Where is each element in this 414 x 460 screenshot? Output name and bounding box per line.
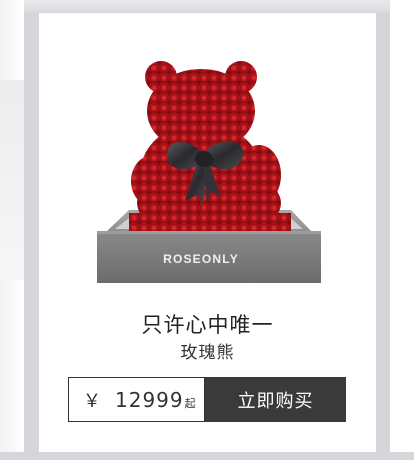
box-brand-label: ROSEONLY: [163, 252, 239, 266]
product-title: 只许心中唯一: [141, 313, 274, 337]
product-carousel: ROSEONLY 只许心中唯一 玫瑰熊 ￥ 12999 起 立即购买: [0, 0, 414, 460]
buy-now-button[interactable]: 立即购买: [205, 377, 346, 422]
previous-product-card[interactable]: [0, 0, 24, 452]
product-subtitle: 玫瑰熊: [180, 343, 235, 363]
currency-symbol: ￥: [83, 390, 101, 412]
price-suffix: 起: [184, 396, 196, 410]
carousel-top-edge: [0, 0, 414, 12]
rose-bear-image: ROSEONLY: [97, 61, 321, 283]
product-card[interactable]: ROSEONLY 只许心中唯一 玫瑰熊 ￥ 12999 起 立即购买: [39, 13, 376, 452]
price-display: ￥ 12999 起: [68, 377, 205, 422]
next-product-card[interactable]: [390, 0, 414, 452]
price-amount: 12999: [115, 387, 184, 412]
